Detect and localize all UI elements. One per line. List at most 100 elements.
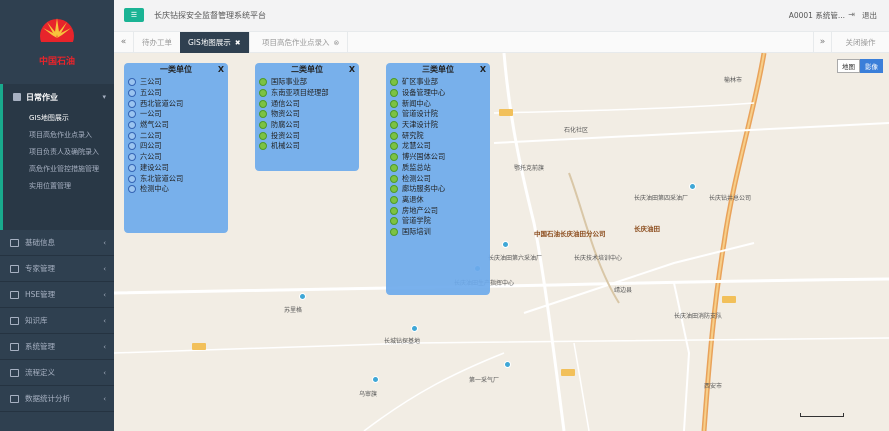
tab-scroll-right-button[interactable]: » (813, 32, 831, 53)
panel-header: 二类单位 X (255, 63, 359, 77)
unit-list-item[interactable]: 建设公司 (128, 163, 224, 174)
sidebar-item-knowledge[interactable]: 知识库 ‹ (0, 308, 114, 334)
sidebar-item-system[interactable]: 系统管理 ‹ (0, 334, 114, 360)
unit-list-item[interactable]: 新闻中心 (390, 98, 486, 109)
sidebar-item-basic-info[interactable]: 基础信息 ‹ (0, 230, 114, 256)
map-marker[interactable] (411, 325, 418, 332)
unit-marker-icon (390, 206, 398, 215)
unit-list-item[interactable]: 防腐公司 (259, 120, 355, 131)
unit-list-item[interactable]: 天津设计院 (390, 120, 486, 131)
unit-marker-icon (390, 195, 398, 204)
map-marker[interactable] (502, 241, 509, 248)
sidebar-subitem-location[interactable]: 实用位置管理 (3, 178, 114, 195)
sidebar: 中国石油 日常作业 ▾ GIS地图展示 项目高危作业点录入 项目负责人及确院录入… (0, 0, 114, 431)
map-type-map[interactable]: 地图 (837, 59, 860, 73)
unit-list-item[interactable]: 东南亚项目经理部 (259, 88, 355, 99)
unit-list-item[interactable]: 房地产公司 (390, 205, 486, 216)
unit-list-item[interactable]: 管道设计院 (390, 109, 486, 120)
unit-marker-icon (390, 131, 398, 140)
road-shield-icon (192, 343, 206, 350)
unit-marker-icon (390, 227, 398, 236)
unit-list-item[interactable]: 物资公司 (259, 109, 355, 120)
unit-list-item[interactable]: 五公司 (128, 88, 224, 99)
map-marker[interactable] (689, 183, 696, 190)
unit-list-item[interactable]: 廊坊服务中心 (390, 184, 486, 195)
unit-marker-icon (128, 78, 136, 87)
map-type-switch[interactable]: 地图 影像 (837, 59, 883, 73)
unit-list-item[interactable]: 设备管理中心 (390, 88, 486, 99)
unit-list-item[interactable]: 国际事业部 (259, 77, 355, 88)
tab-scroll-left-button[interactable]: « (114, 32, 134, 53)
unit-list-item[interactable]: 一公司 (128, 109, 224, 120)
sidebar-group-daily-head[interactable]: 日常作业 ▾ (3, 84, 114, 110)
unit-list-item[interactable]: 检测中心 (128, 184, 224, 195)
menu-toggle-button[interactable]: ☰ (124, 8, 144, 22)
panel-close-button[interactable]: X (480, 63, 486, 77)
unit-name: 东北管道公司 (140, 173, 184, 183)
map-type-satellite[interactable]: 影像 (860, 59, 883, 73)
sidebar-item-process[interactable]: 流程定义 ‹ (0, 360, 114, 386)
close-operations-button[interactable]: 关闭操作 (831, 32, 889, 53)
unit-list-item[interactable]: 矿区事业部 (390, 77, 486, 88)
unit-list-item[interactable]: 检测公司 (390, 173, 486, 184)
unit-name: 东南亚项目经理部 (271, 88, 329, 98)
unit-list-item[interactable]: 西北管道公司 (128, 98, 224, 109)
unit-list-item[interactable]: 燃气公司 (128, 120, 224, 131)
sidebar-item-label: 流程定义 (25, 368, 55, 377)
unit-list-item[interactable]: 离退休 (390, 195, 486, 206)
tab-todo[interactable]: 待办工单 (134, 32, 181, 53)
map-marker[interactable] (372, 376, 379, 383)
sidebar-group-label: 日常作业 (26, 92, 58, 102)
unit-marker-icon (128, 110, 136, 119)
unit-list-item[interactable]: 六公司 (128, 152, 224, 163)
unit-name: 投资公司 (271, 130, 300, 140)
panel-close-button[interactable]: X (349, 63, 355, 77)
chevron-left-icon: ‹ (103, 342, 106, 351)
unit-list-item[interactable]: 通信公司 (259, 98, 355, 109)
sidebar-item-experts[interactable]: 专家管理 ‹ (0, 256, 114, 282)
unit-name: 国际培训 (402, 226, 431, 236)
unit-list-item[interactable]: 博兴国体公司 (390, 152, 486, 163)
logout-link[interactable]: 退出 (862, 10, 877, 21)
sidebar-subitem-manager-entry[interactable]: 项目负责人及确院录入 (3, 144, 114, 161)
logout-icon[interactable]: ⇥ (848, 10, 855, 19)
sidebar-subitem-hazard-entry[interactable]: 项目高危作业点录入 (3, 127, 114, 144)
sidebar-subitem-gis[interactable]: GIS地图展示 (3, 110, 114, 127)
unit-name: 防腐公司 (271, 120, 300, 130)
close-icon[interactable]: ✖ (235, 39, 241, 47)
tab-gis[interactable]: GIS地图展示 ✖ (180, 32, 250, 53)
unit-list-item[interactable]: 质监总站 (390, 163, 486, 174)
flow-icon (10, 368, 19, 377)
unit-list-item[interactable]: 研究院 (390, 130, 486, 141)
unit-list-item[interactable]: 二公司 (128, 130, 224, 141)
unit-list-item[interactable]: 投资公司 (259, 130, 355, 141)
unit-list-item[interactable]: 龙慧公司 (390, 141, 486, 152)
unit-list-item[interactable]: 机械公司 (259, 141, 355, 152)
unit-list-item[interactable]: 国际培训 (390, 227, 486, 238)
unit-list-item[interactable]: 东北管道公司 (128, 173, 224, 184)
sidebar-item-statistics[interactable]: 数据统计分析 ‹ (0, 386, 114, 412)
unit-name: 物资公司 (271, 109, 300, 119)
sidebar-subitem-control-measures[interactable]: 高危作业管控措施管理 (3, 161, 114, 178)
sidebar-item-label: HSE管理 (25, 290, 56, 299)
panel-close-button[interactable]: X (218, 63, 224, 77)
panel-title: 一类单位 (160, 65, 192, 74)
unit-list-item[interactable]: 管道学院 (390, 216, 486, 227)
tab-hazard-entry[interactable]: 项目高危作业点录入 ⊗ (254, 32, 349, 53)
unit-list-item[interactable]: 三公司 (128, 77, 224, 88)
unit-name: 检测中心 (140, 184, 169, 194)
map-marker[interactable] (299, 293, 306, 300)
sidebar-item-label: 基础信息 (25, 238, 55, 247)
gis-map[interactable]: 地图 影像 中国石油长庆油田分公司 石化社区 长庆油田第四采油厂 长庆油田第六采… (114, 53, 889, 431)
user-menu[interactable]: A0001 系统管... (789, 10, 845, 21)
unit-name: 三公司 (140, 77, 162, 87)
unit-marker-icon (390, 153, 398, 162)
sidebar-item-hse[interactable]: HSE管理 ‹ (0, 282, 114, 308)
close-icon[interactable]: ⊗ (334, 39, 340, 47)
map-marker[interactable] (504, 361, 511, 368)
chart-icon (10, 394, 19, 403)
book-icon (10, 316, 19, 325)
sidebar-group-daily[interactable]: 日常作业 ▾ GIS地图展示 项目高危作业点录入 项目负责人及确院录入 高危作业… (0, 84, 114, 230)
chevron-left-icon: ‹ (103, 264, 106, 273)
unit-list-item[interactable]: 四公司 (128, 141, 224, 152)
